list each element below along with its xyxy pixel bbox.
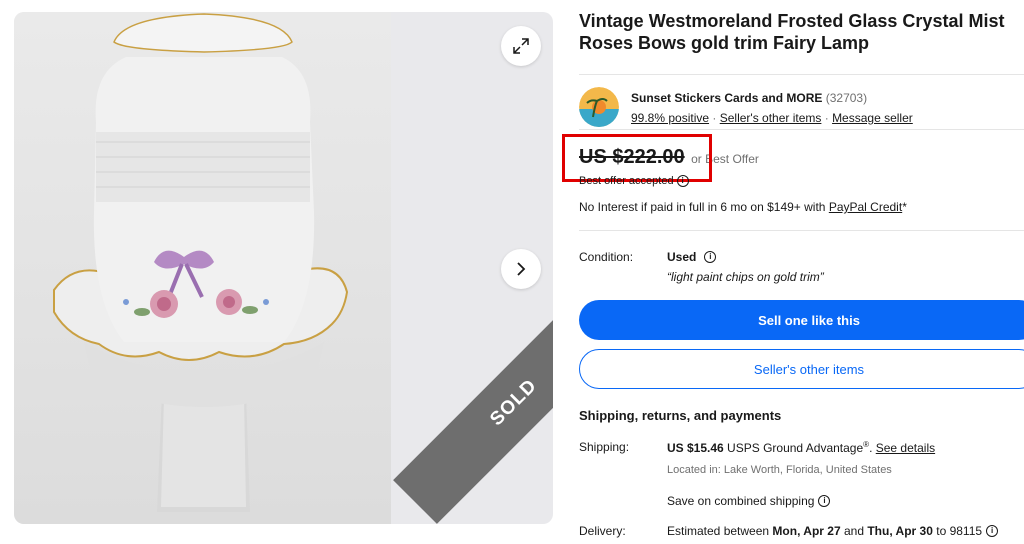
seller-card: Sunset Stickers Cards and MORE (32703) 9… (579, 74, 1024, 130)
message-seller-link[interactable]: Message seller (832, 111, 913, 125)
image-gallery: SOLD (14, 12, 553, 524)
condition-value: Used i (667, 250, 717, 264)
delivery-zip: to 98115 (932, 524, 983, 538)
sell-one-like-this-button[interactable]: Sell one like this (579, 300, 1024, 340)
next-image-button[interactable] (501, 249, 541, 289)
listing-panel: Vintage Westmoreland Frosted Glass Cryst… (562, 10, 1024, 538)
separator: · (821, 111, 833, 125)
offer-accepted: Best offer accepted i (579, 175, 689, 187)
shipping-heading: Shipping, returns, and payments (579, 408, 782, 423)
combined-shipping-text: Save on combined shipping (667, 494, 815, 508)
fairy-lamp-image (53, 13, 349, 512)
seller-other-items-button[interactable]: Seller's other items (579, 349, 1024, 389)
expand-icon (513, 38, 529, 54)
separator: · (709, 111, 720, 125)
seller-other-items-link[interactable]: Seller's other items (720, 111, 822, 125)
seller-links: 99.8% positive · Seller's other items · … (631, 111, 913, 125)
sunset-logo-icon (579, 87, 619, 127)
divider (579, 230, 1024, 231)
price-row: US $222.00 or Best Offer (562, 134, 759, 182)
shipping-label: Shipping: (579, 440, 630, 454)
delivery-prefix: Estimated between (667, 524, 773, 538)
seller-positive-link[interactable]: 99.8% positive (631, 111, 709, 125)
shipping-value: US $15.46 USPS Ground Advantage®. See de… (667, 440, 935, 455)
delivery-label: Delivery: (579, 524, 626, 538)
delivery-value: Estimated between Mon, Apr 27 and Thu, A… (667, 524, 999, 538)
combined-shipping: Save on combined shipping i (667, 494, 831, 508)
listing-title: Vintage Westmoreland Frosted Glass Cryst… (579, 11, 1005, 53)
paypal-credit-link[interactable]: PayPal Credit (829, 200, 902, 214)
seller-avatar[interactable] (579, 87, 619, 127)
condition-label: Condition: (579, 250, 634, 264)
expand-button[interactable] (501, 26, 541, 66)
shipping-service: USPS Ground Advantage (723, 441, 864, 455)
chevron-right-icon (517, 262, 526, 276)
info-icon[interactable]: i (676, 175, 689, 187)
delivery-and: and (840, 524, 868, 538)
sold-banner: SOLD (393, 282, 553, 524)
condition-note: “light paint chips on gold trim” (667, 270, 824, 284)
delivery-start: Mon, Apr 27 (772, 524, 841, 538)
info-icon[interactable]: i (986, 525, 999, 537)
info-icon[interactable]: i (818, 495, 831, 507)
see-details-link[interactable]: See details (876, 441, 935, 455)
seller-name-line: Sunset Stickers Cards and MORE (32703) (631, 91, 867, 105)
offer-accepted-text: Best offer accepted (579, 175, 674, 187)
financing-line: No Interest if paid in full in 6 mo on $… (579, 200, 907, 214)
shipping-cost: US $15.46 (667, 441, 724, 455)
separator: . (869, 441, 876, 455)
product-photo[interactable] (14, 12, 391, 524)
condition-text: Used (667, 250, 697, 264)
item-location: Located in: Lake Worth, Florida, United … (667, 464, 892, 476)
financing-text: No Interest if paid in full in 6 mo on $… (579, 200, 829, 214)
seller-name[interactable]: Sunset Stickers Cards and MORE (631, 91, 822, 105)
sold-label: SOLD (486, 375, 542, 431)
delivery-end: Thu, Apr 30 (867, 524, 933, 538)
financing-suffix: * (902, 200, 907, 214)
seller-feedback-count: (32703) (825, 91, 868, 105)
info-icon[interactable]: i (704, 251, 717, 263)
